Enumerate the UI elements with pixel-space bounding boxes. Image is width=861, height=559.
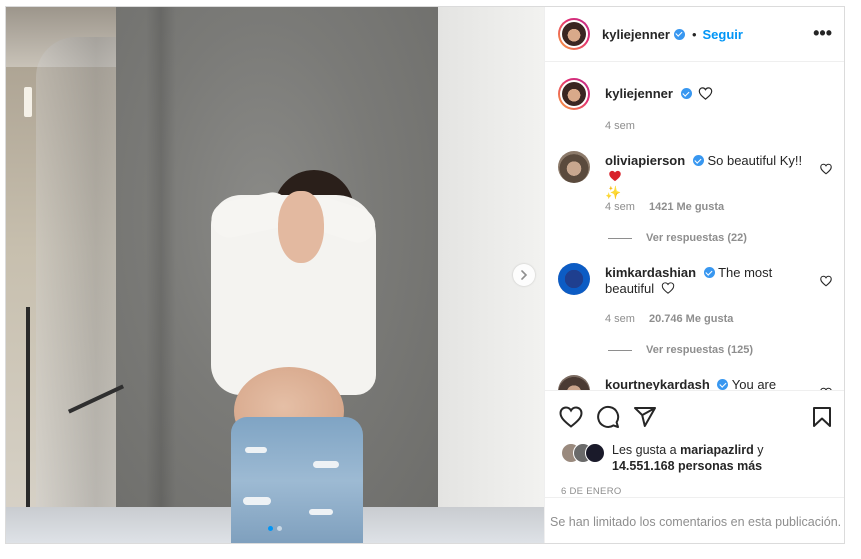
likes-count[interactable]: 14.551.168 personas más bbox=[612, 459, 762, 473]
likes-text: Les gusta a mariapazlird y 14.551.168 pe… bbox=[612, 442, 764, 474]
comment-meta: 4 sem 1421 Me gusta bbox=[605, 201, 724, 213]
author-username[interactable]: kyliejenner bbox=[602, 27, 670, 42]
verified-icon bbox=[673, 28, 685, 40]
comment-text: kimkardashian The most beautiful bbox=[605, 265, 808, 297]
carousel-next-button[interactable] bbox=[513, 264, 535, 286]
red-heart-icon bbox=[609, 170, 621, 182]
comment-username[interactable]: kimkardashian bbox=[605, 265, 696, 280]
follow-button[interactable]: Seguir bbox=[703, 27, 743, 42]
comment-username[interactable]: oliviapierson bbox=[605, 153, 685, 168]
caption-row: kyliejenner 4 sem bbox=[558, 78, 836, 138]
caption-time[interactable]: 4 sem bbox=[605, 120, 635, 132]
photo-bg-lamp bbox=[24, 87, 32, 117]
comment-avatar[interactable] bbox=[558, 375, 590, 390]
more-icon[interactable]: ••• bbox=[813, 24, 832, 42]
heart-icon[interactable] bbox=[820, 275, 832, 287]
photo-figure-jeans bbox=[231, 417, 363, 543]
carousel-dots bbox=[268, 526, 282, 531]
header-separator: • bbox=[691, 26, 697, 42]
post-side-panel: kyliejenner • Seguir ••• kyliejenner 4 s… bbox=[544, 7, 844, 543]
like-heart-icon[interactable] bbox=[559, 405, 583, 429]
like-avatar bbox=[585, 443, 605, 463]
likes-prefix: Les gusta a bbox=[612, 443, 677, 457]
comments-disabled-notice: Se han limitado los comentarios en esta … bbox=[545, 497, 844, 543]
comment-row: oliviapierson So beautiful Ky!! ✨ 4 sem 1… bbox=[558, 151, 836, 251]
post-date[interactable]: 6 DE ENERO bbox=[561, 486, 622, 497]
comment-row: kourtneykardash You are bbox=[558, 375, 836, 390]
verified-icon bbox=[703, 267, 715, 278]
heart-icon bbox=[698, 87, 713, 100]
comment-text: kourtneykardash You are bbox=[605, 377, 808, 390]
comments-list[interactable]: kyliejenner 4 sem oliviapierson So beaut… bbox=[545, 63, 844, 390]
post-photo[interactable] bbox=[6, 7, 544, 543]
chevron-right-icon bbox=[521, 270, 528, 280]
caption-text: kyliejenner bbox=[605, 86, 808, 102]
comment-body: You are bbox=[731, 377, 777, 390]
replies-line bbox=[608, 349, 632, 351]
heart-icon[interactable] bbox=[820, 163, 832, 175]
sparkles-icon: ✨ bbox=[605, 185, 622, 200]
likes-avatars bbox=[561, 443, 607, 463]
comment-icon[interactable] bbox=[596, 405, 620, 429]
post-actions: Les gusta a mariapazlird y 14.551.168 pe… bbox=[545, 390, 844, 497]
post-header: kyliejenner • Seguir ••• bbox=[545, 7, 844, 62]
verified-icon bbox=[717, 379, 729, 390]
comment-text: oliviapierson So beautiful Ky!! ✨ bbox=[605, 153, 808, 201]
carousel-dot bbox=[277, 526, 282, 531]
verified-icon bbox=[692, 155, 704, 166]
photo-bg-light-stand bbox=[26, 307, 30, 507]
post-dialog: kyliejenner • Seguir ••• kyliejenner 4 s… bbox=[5, 6, 845, 544]
comment-time[interactable]: 4 sem bbox=[605, 201, 635, 213]
author-avatar[interactable] bbox=[558, 18, 590, 50]
save-icon[interactable] bbox=[810, 405, 834, 429]
carousel-dot-active bbox=[268, 526, 273, 531]
replies-line bbox=[608, 237, 632, 239]
view-replies-label: Ver respuestas (125) bbox=[646, 344, 754, 356]
caption-username[interactable]: kyliejenner bbox=[605, 86, 673, 101]
white-heart-icon bbox=[661, 282, 674, 294]
likes-user[interactable]: mariapazlird bbox=[680, 443, 754, 457]
photo-bg-fold bbox=[146, 7, 176, 527]
likes-connector: y bbox=[757, 443, 764, 457]
comment-time[interactable]: 4 sem bbox=[605, 313, 635, 325]
comment-likes[interactable]: 1421 Me gusta bbox=[649, 201, 724, 213]
comment-username[interactable]: kourtneykardash bbox=[605, 377, 710, 390]
comment-row: kimkardashian The most beautiful 4 sem 20… bbox=[558, 263, 836, 363]
comment-body: So beautiful Ky!! bbox=[707, 153, 803, 168]
photo-figure-face bbox=[278, 191, 324, 263]
comment-likes[interactable]: 20.746 Me gusta bbox=[649, 313, 733, 325]
caption-avatar[interactable] bbox=[558, 78, 590, 110]
view-replies-label: Ver respuestas (22) bbox=[646, 232, 747, 244]
comment-meta: 4 sem 20.746 Me gusta bbox=[605, 313, 733, 325]
view-replies-button[interactable]: Ver respuestas (22) bbox=[608, 232, 747, 244]
comment-avatar[interactable] bbox=[558, 263, 590, 295]
likes-summary[interactable]: Les gusta a mariapazlird y 14.551.168 pe… bbox=[561, 443, 764, 474]
comment-avatar[interactable] bbox=[558, 151, 590, 183]
share-icon[interactable] bbox=[633, 405, 657, 429]
verified-icon bbox=[680, 88, 692, 99]
view-replies-button[interactable]: Ver respuestas (125) bbox=[608, 344, 753, 356]
